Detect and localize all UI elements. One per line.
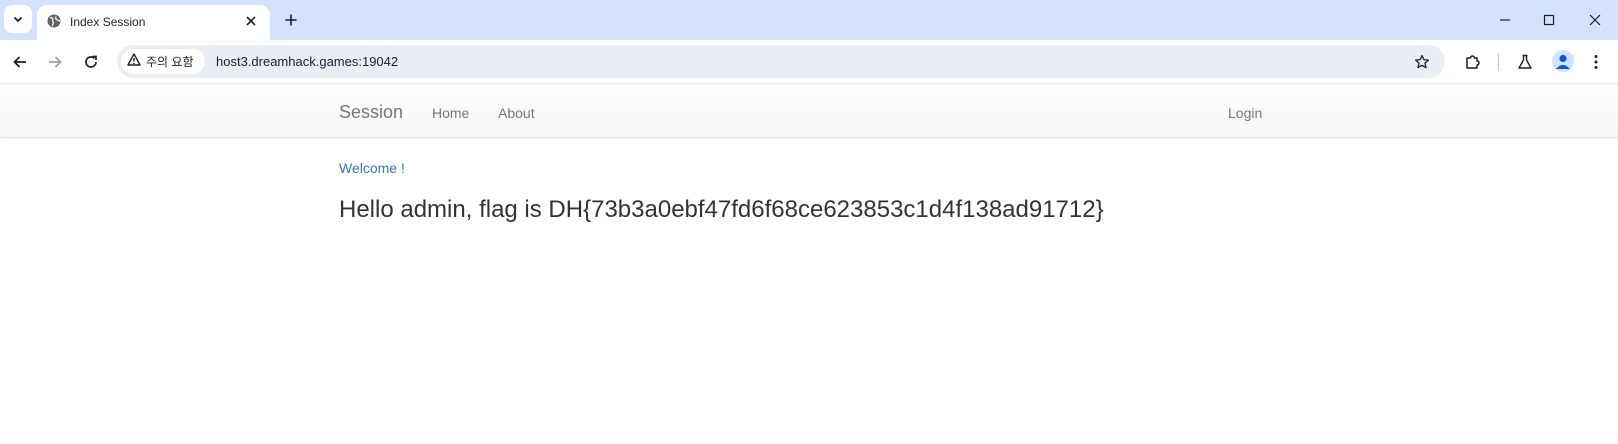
url-text[interactable]: host3.dreamhack.games:19042 — [216, 54, 398, 69]
reload-icon[interactable] — [81, 52, 101, 72]
tab-strip: Index Session — [0, 0, 1618, 40]
nav-link-login[interactable]: Login — [1228, 105, 1262, 121]
tab-title: Index Session — [70, 15, 146, 29]
nav-link-about[interactable]: About — [498, 105, 535, 121]
security-chip[interactable]: 주의 요함 — [121, 49, 205, 74]
navbar-brand[interactable]: Session — [339, 102, 403, 123]
toolbar-divider — [1498, 53, 1499, 71]
star-icon[interactable] — [1412, 52, 1432, 72]
flag-message: Hello admin, flag is DH{73b3a0ebf47fd6f6… — [339, 196, 1104, 223]
browser-toolbar: 주의 요함 host3.dreamhack.games:19042 — [0, 40, 1618, 84]
globe-icon — [46, 13, 62, 29]
profile-icon[interactable] — [1552, 50, 1574, 72]
tab-list-icon[interactable] — [4, 5, 32, 33]
window-close-icon[interactable] — [1585, 10, 1605, 30]
labs-icon[interactable] — [1515, 52, 1535, 72]
maximize-icon[interactable] — [1539, 10, 1559, 30]
warning-icon — [127, 52, 141, 71]
plus-icon[interactable] — [281, 10, 301, 30]
nav-link-home[interactable]: Home — [432, 105, 469, 121]
forward-icon[interactable] — [45, 52, 65, 72]
close-icon[interactable] — [242, 12, 260, 30]
menu-icon[interactable] — [1586, 52, 1606, 72]
site-navbar: Session Home About Login — [0, 85, 1618, 138]
minimize-icon[interactable] — [1495, 10, 1515, 30]
address-bar[interactable]: 주의 요함 host3.dreamhack.games:19042 — [117, 45, 1445, 78]
back-icon[interactable] — [10, 52, 30, 72]
security-chip-label: 주의 요함 — [146, 55, 194, 69]
welcome-text: Welcome ! — [339, 160, 405, 176]
extensions-icon[interactable] — [1463, 52, 1483, 72]
active-tab[interactable]: Index Session — [37, 5, 270, 40]
